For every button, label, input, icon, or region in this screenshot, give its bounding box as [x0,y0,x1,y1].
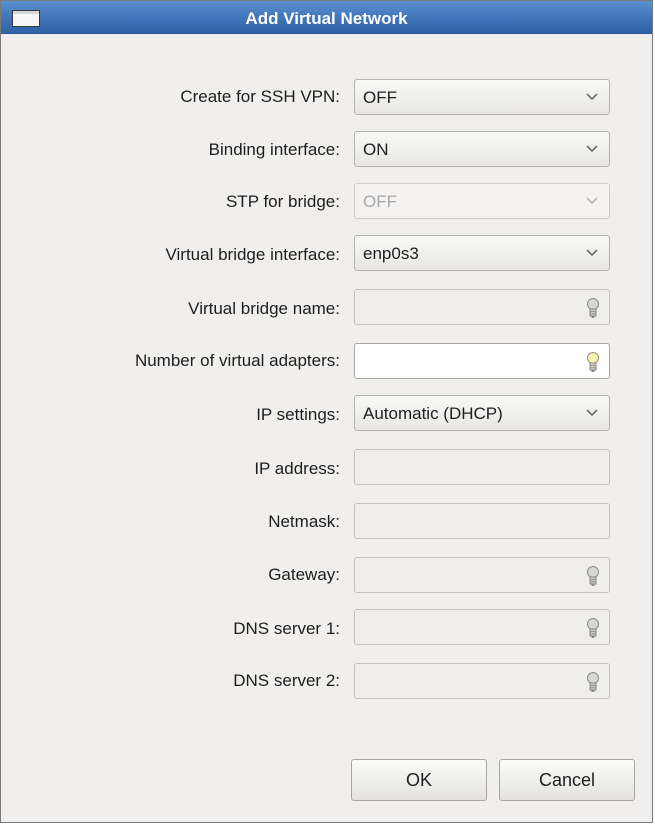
dns-server-1-input[interactable] [354,609,610,645]
virtual-bridge-interface-value: enp0s3 [363,244,419,263]
virtual-bridge-name-input[interactable] [354,289,610,325]
binding-interface-value: ON [363,140,389,159]
chevron-down-icon [586,145,598,153]
ssh-vpn-select[interactable]: OFF [354,79,610,115]
window-title: Add Virtual Network [245,9,408,28]
dns-server-2-input[interactable] [354,663,610,699]
netmask-input[interactable] [354,503,610,539]
ip-address-input[interactable] [354,449,610,485]
chevron-down-icon [586,409,598,417]
stp-select: OFF [354,183,610,219]
title-bar: Add Virtual Network [1,1,652,34]
chevron-down-icon [586,197,598,205]
chevron-down-icon [586,249,598,257]
stp-label: STP for bridge: [225,192,340,211]
lightbulb-icon [587,566,599,586]
chevron-down-icon [586,93,598,101]
ssh-vpn-label: Create for SSH VPN: [180,87,340,106]
ssh-vpn-value: OFF [363,88,397,107]
binding-interface-select[interactable]: ON [354,131,610,167]
cancel-button[interactable]: Cancel [499,759,635,801]
dns-server-2-label: DNS server 2: [233,671,340,690]
virtual-bridge-name-label: Virtual bridge name: [188,299,340,318]
dns-server-1-label: DNS server 1: [233,619,340,638]
netmask-label: Netmask: [268,512,340,531]
add-virtual-network-dialog: Add Virtual Network Create for SSH VPN: … [0,0,653,823]
ip-address-label: IP address: [254,459,340,478]
number-of-virtual-adapters-input[interactable] [354,343,610,379]
virtual-bridge-interface-select[interactable]: enp0s3 [354,235,610,271]
ok-button[interactable]: OK [351,759,487,801]
lightbulb-icon [587,672,599,692]
lightbulb-icon [587,618,599,638]
stp-value: OFF [363,192,397,211]
ip-settings-select[interactable]: Automatic (DHCP) [354,395,610,431]
lightbulb-icon [587,298,599,318]
gateway-label: Gateway: [268,565,340,584]
virtual-bridge-interface-label: Virtual bridge interface: [165,245,340,264]
binding-interface-label: Binding interface: [208,140,340,159]
gateway-input[interactable] [354,557,610,593]
ip-settings-label: IP settings: [256,405,340,424]
lightbulb-icon [587,352,599,372]
ip-settings-value: Automatic (DHCP) [363,404,503,423]
number-of-virtual-adapters-label: Number of virtual adapters: [134,351,340,370]
